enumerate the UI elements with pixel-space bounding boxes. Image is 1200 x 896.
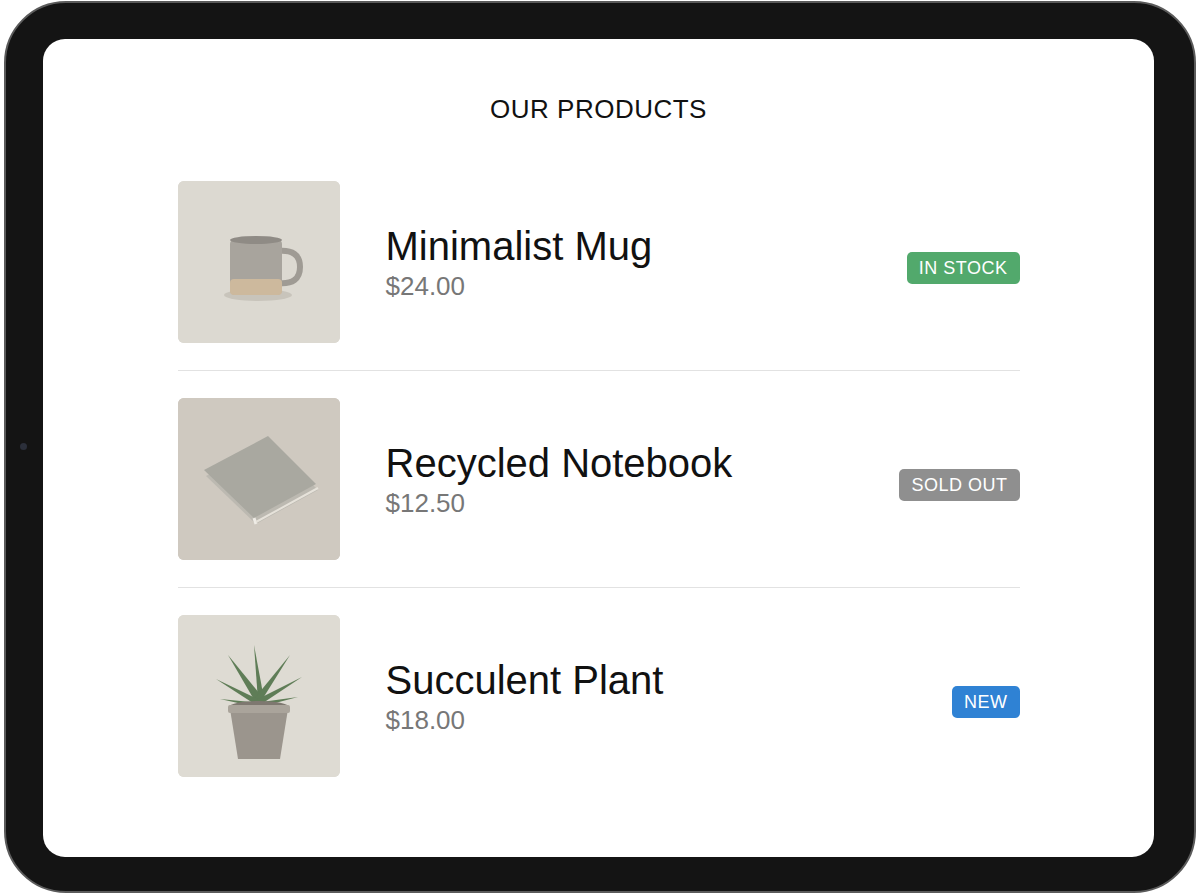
- status-tag: IN STOCK: [907, 252, 1020, 285]
- screen: OUR PRODUCTS Minimalist Mug$24.00 IN STOC…: [43, 39, 1154, 857]
- product-price: $12.50: [386, 488, 854, 519]
- status-tag: SOLD OUT: [899, 469, 1019, 502]
- product-name[interactable]: Recycled Notebook: [386, 440, 854, 486]
- plant-icon: [178, 615, 340, 777]
- page-title: OUR PRODUCTS: [43, 39, 1154, 125]
- mug-icon: [178, 181, 340, 343]
- product-row[interactable]: Minimalist Mug$24.00 IN STOCK: [178, 154, 1020, 371]
- product-info: Minimalist Mug$24.00: [386, 223, 861, 302]
- camera-icon: [20, 443, 27, 450]
- status-tag: NEW: [952, 686, 1020, 719]
- product-row[interactable]: Succulent Plant$18.00 NEW: [178, 588, 1020, 804]
- product-image[interactable]: [178, 181, 340, 343]
- product-price: $18.00: [386, 705, 907, 736]
- tablet-frame: OUR PRODUCTS Minimalist Mug$24.00 IN STOC…: [4, 1, 1196, 893]
- product-row[interactable]: Recycled Notebook$12.50 SOLD OUT: [178, 371, 1020, 588]
- product-info: Succulent Plant$18.00: [386, 657, 907, 736]
- product-info: Recycled Notebook$12.50: [386, 440, 854, 519]
- product-list: Minimalist Mug$24.00 IN STOCK Recycled Not…: [178, 154, 1020, 804]
- product-name[interactable]: Minimalist Mug: [386, 223, 861, 269]
- product-image[interactable]: [178, 398, 340, 560]
- product-price: $24.00: [386, 271, 861, 302]
- product-name[interactable]: Succulent Plant: [386, 657, 907, 703]
- notebook-icon: [178, 398, 340, 560]
- product-image[interactable]: [178, 615, 340, 777]
